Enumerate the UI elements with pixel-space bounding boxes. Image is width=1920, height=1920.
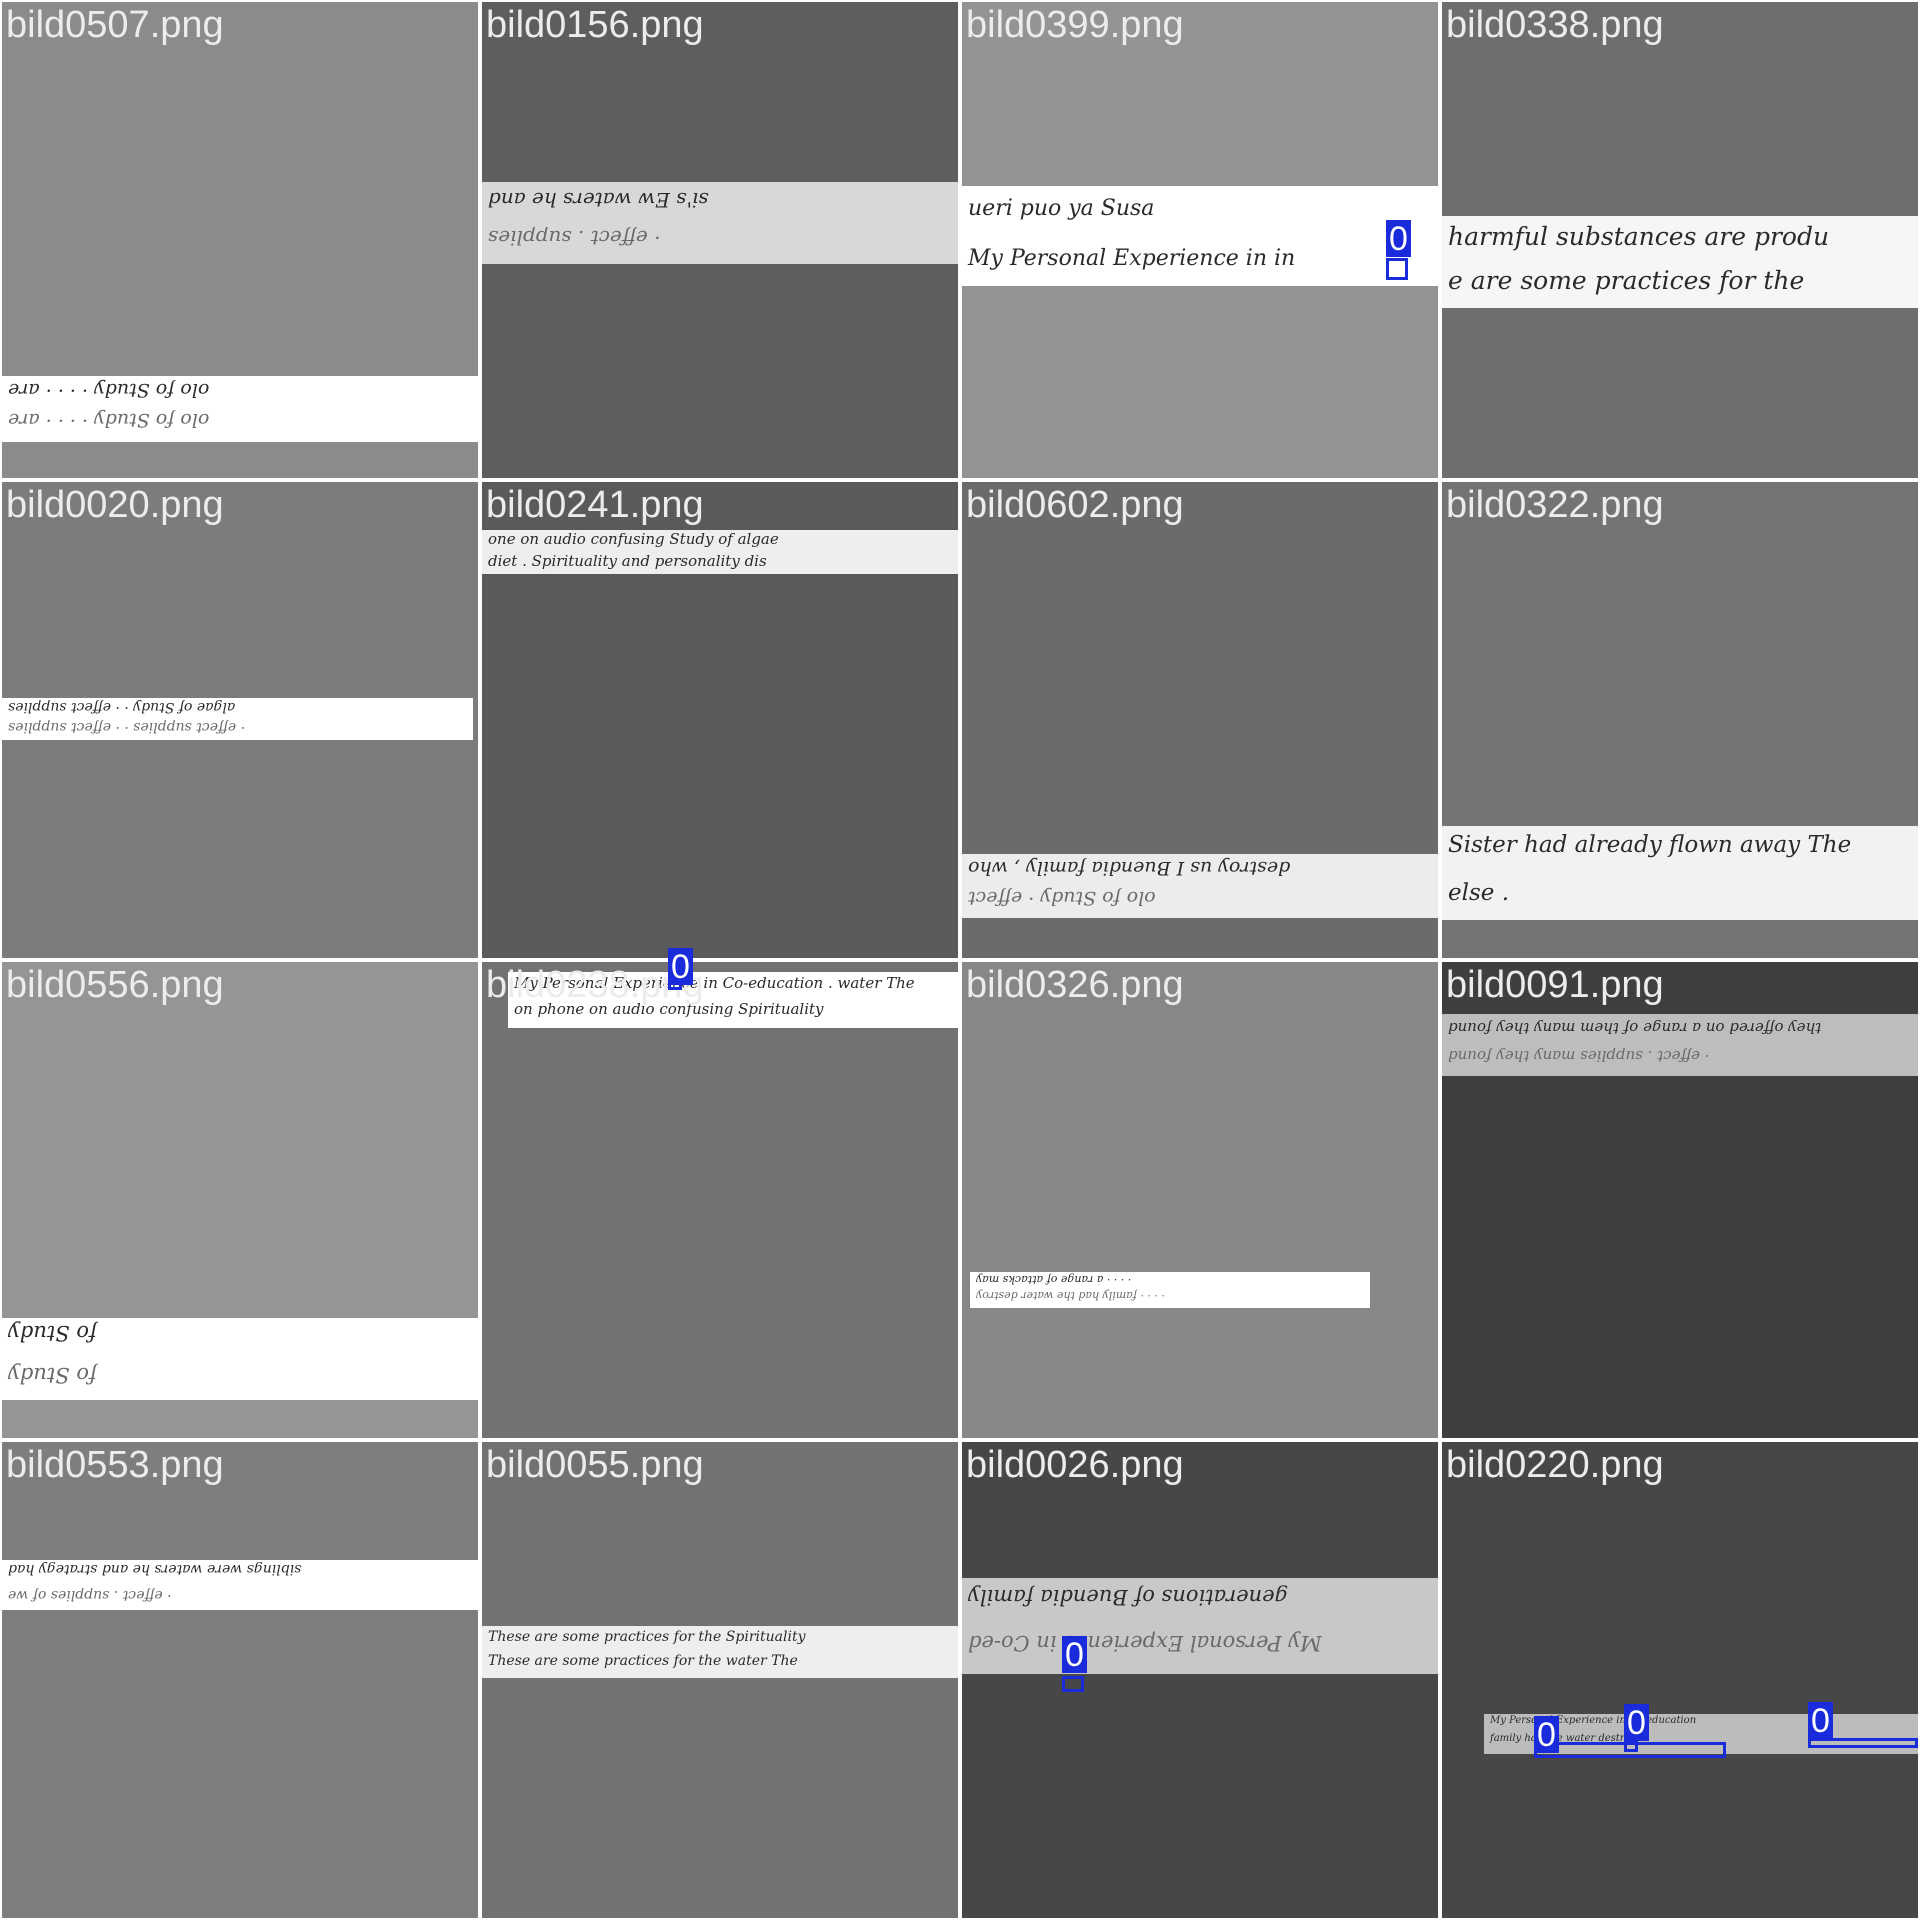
handwritten-line: algae of Study · · effect supplies [8,699,236,715]
handwritten-line: else . [1448,880,1510,906]
detection-class-label: 0 [1624,1704,1649,1741]
handwritten-line: siblings were waters he and strategy had [8,1561,302,1577]
handwritten-line: destroy us I Buendia family , who [968,857,1291,879]
tile-filename-label: bild0241.png [486,484,704,526]
handwriting-strip: harmful substances are produ e are some p… [1442,216,1918,308]
tile-filename-label: bild0507.png [6,4,224,46]
handwritten-line: olo fo Study · effect [968,887,1156,909]
image-tile[interactable]: harmful substances are produ e are some p… [1442,2,1918,478]
handwritten-line: · effect . supplies many they found [1448,1047,1710,1065]
image-tile[interactable]: These are some practices for the Spiritu… [482,1442,958,1918]
tile-filename-label: bild0553.png [6,1444,224,1486]
tile-filename-label: bild0156.png [486,4,704,46]
image-tile[interactable]: algae of Study · · effect supplies · effe… [2,482,478,958]
handwritten-line: · · · · family had the water destroy [976,1289,1165,1302]
tile-filename-label: bild0338.png [1446,4,1664,46]
image-tile[interactable]: one on audio confusing Study of algae die… [482,482,958,958]
detection-class-label: 0 [1386,220,1411,257]
image-grid: olo fo Study · · · · are olo fo Study · ·… [0,0,1920,1920]
image-tile[interactable]: ueri puo ya Susa My Personal Experience i… [962,2,1438,478]
tile-filename-label: bild0055.png [486,1444,704,1486]
handwritten-line: · · · · a range of attacks may [976,1273,1132,1286]
handwritten-line: fo Study [8,1363,97,1387]
image-tile[interactable]: destroy us I Buendia family , who olo fo … [962,482,1438,958]
handwriting-strip: they offered on a range of them many the… [1442,1014,1918,1076]
image-tile[interactable]: Sister had already flown away The else . b… [1442,482,1918,958]
handwritten-line: ueri puo ya Susa [968,196,1155,221]
image-tile[interactable]: si's Ew waters he and · effect . supplies… [482,2,958,478]
handwriting-strip: · · · · a range of attacks may · · · · fa… [970,1272,1370,1308]
handwriting-strip: Sister had already flown away The else . [1442,826,1918,920]
tile-filename-label: bild0556.png [6,964,224,1006]
tile-filename-label: bild0322.png [1446,484,1664,526]
handwriting-strip: fo Study fo Study [2,1318,478,1400]
handwriting-strip: siblings were waters he and strategy had… [2,1560,478,1610]
handwritten-line: generations of Buendia family [968,1585,1289,1609]
tile-filename-label: bild0602.png [966,484,1184,526]
tile-filename-label: bild0220.png [1446,1444,1664,1486]
detection-class-label: 0 [1808,1702,1833,1739]
handwriting-strip: destroy us I Buendia family , who olo fo … [962,854,1438,918]
detection-class-label: 0 [1062,1636,1087,1673]
tile-filename-label: bild0020.png [6,484,224,526]
handwritten-line: · effect . supplies [488,226,661,250]
image-tile[interactable]: · · · · a range of attacks may · · · · fa… [962,962,1438,1438]
image-tile[interactable]: generations of Buendia family My Personal… [962,1442,1438,1918]
image-tile[interactable]: My Personal Experience in Co-education fa… [1442,1442,1918,1918]
handwritten-line: These are some practices for the water T… [488,1653,798,1669]
handwriting-strip: si's Ew waters he and · effect . supplies [482,182,958,264]
handwritten-line: · effect . supplies of we [8,1587,172,1603]
detection-class-label: 0 [1534,1716,1559,1753]
tile-filename-label: bild0026.png [966,1444,1184,1486]
image-tile[interactable]: olo fo Study · · · · are olo fo Study · ·… [2,2,478,478]
handwritten-line: one on audio confusing Study of algae [488,530,779,548]
handwritten-line: olo fo Study · · · · are [8,409,210,431]
handwriting-strip: one on audio confusing Study of algae die… [482,530,958,574]
handwritten-line: Sister had already flown away The [1448,832,1852,858]
tile-filename-label: bild0091.png [1446,964,1664,1006]
handwritten-line: My Personal Experience in Co-education [1490,1715,1697,1726]
handwritten-line: diet . Spirituality and personality dis [488,552,767,570]
handwritten-line: harmful substances are produ [1448,222,1830,251]
handwriting-strip: ueri puo ya Susa My Personal Experience i… [962,186,1438,286]
handwritten-line: si's Ew waters he and [488,188,709,212]
image-tile[interactable]: siblings were waters he and strategy had… [2,1442,478,1918]
detection-box [1062,1676,1084,1692]
tile-filename-label: bild0326.png [966,964,1184,1006]
handwritten-line: e are some practices for the [1448,266,1805,295]
detection-class-label: 0 [668,948,693,985]
image-tile[interactable]: fo Study fo Study bild0556.png [2,962,478,1438]
detection-box [1386,258,1408,280]
handwritten-line: fo Study [8,1321,97,1345]
handwritten-line: My Personal Experience in in [968,246,1296,271]
handwritten-line: they offered on a range of them many the… [1448,1019,1822,1037]
handwritten-line: My Personal Experience in Co-ed [968,1631,1322,1655]
handwriting-strip: algae of Study · · effect supplies · effe… [2,698,473,740]
handwriting-strip: generations of Buendia family My Personal… [962,1578,1438,1674]
image-tile[interactable]: My Personal Experience in Co-education .… [482,948,958,1438]
handwritten-line: These are some practices for the Spiritu… [488,1629,806,1645]
tile-filename-label: bild0399.png [966,4,1184,46]
handwriting-strip: These are some practices for the Spiritu… [482,1626,958,1678]
image-tile[interactable]: they offered on a range of them many the… [1442,962,1918,1438]
handwritten-line: olo fo Study · · · · are [8,379,210,401]
handwritten-line: · effect supplies · · effect supplies [8,719,246,735]
handwriting-strip: olo fo Study · · · · are olo fo Study · ·… [2,376,478,442]
